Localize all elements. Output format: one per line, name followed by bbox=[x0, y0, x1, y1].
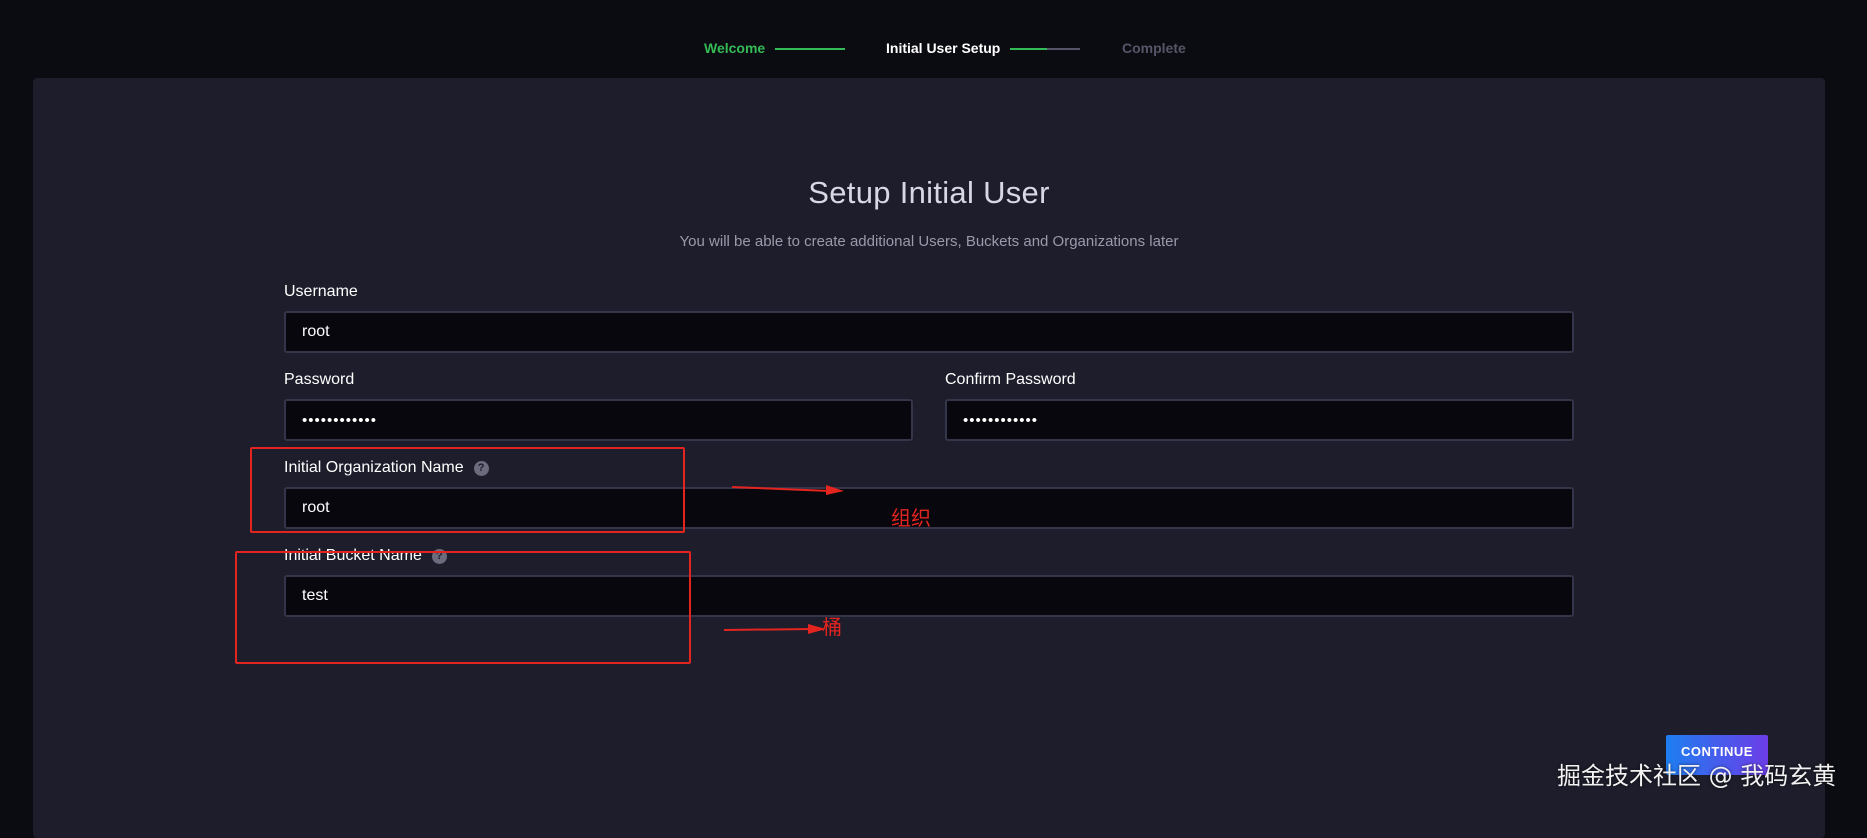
page-subtitle: You will be able to create additional Us… bbox=[679, 233, 1179, 250]
page-title: Setup Initial User bbox=[808, 175, 1050, 210]
step-complete: Complete bbox=[1122, 40, 1186, 56]
step-connector-1 bbox=[775, 48, 845, 50]
username-label: Username bbox=[284, 283, 358, 300]
annotation-arrow-bucket bbox=[723, 624, 826, 634]
annotation-note-bucket: 桶 bbox=[822, 615, 842, 639]
setup-stepper: Welcome Initial User Setup Complete bbox=[0, 0, 1867, 78]
password-label: Password bbox=[284, 371, 355, 388]
username-input[interactable] bbox=[284, 311, 1574, 353]
password-input[interactable] bbox=[284, 399, 913, 441]
step-welcome: Welcome bbox=[704, 40, 766, 56]
step-connector-2-remaining bbox=[1047, 48, 1080, 50]
confirm-password-label: Confirm Password bbox=[945, 371, 1076, 388]
annotation-box-bucket bbox=[235, 551, 691, 664]
confirm-password-input[interactable] bbox=[945, 399, 1574, 441]
step-connector-2-progress bbox=[1010, 48, 1047, 50]
step-initial-user-setup: Initial User Setup bbox=[886, 40, 1001, 56]
annotation-box-org bbox=[250, 447, 685, 533]
annotation-arrow-org bbox=[731, 485, 844, 495]
watermark: 掘金技术社区 @ 我码玄黄 bbox=[1557, 762, 1837, 790]
annotation-note-org: 组织 bbox=[891, 506, 931, 530]
